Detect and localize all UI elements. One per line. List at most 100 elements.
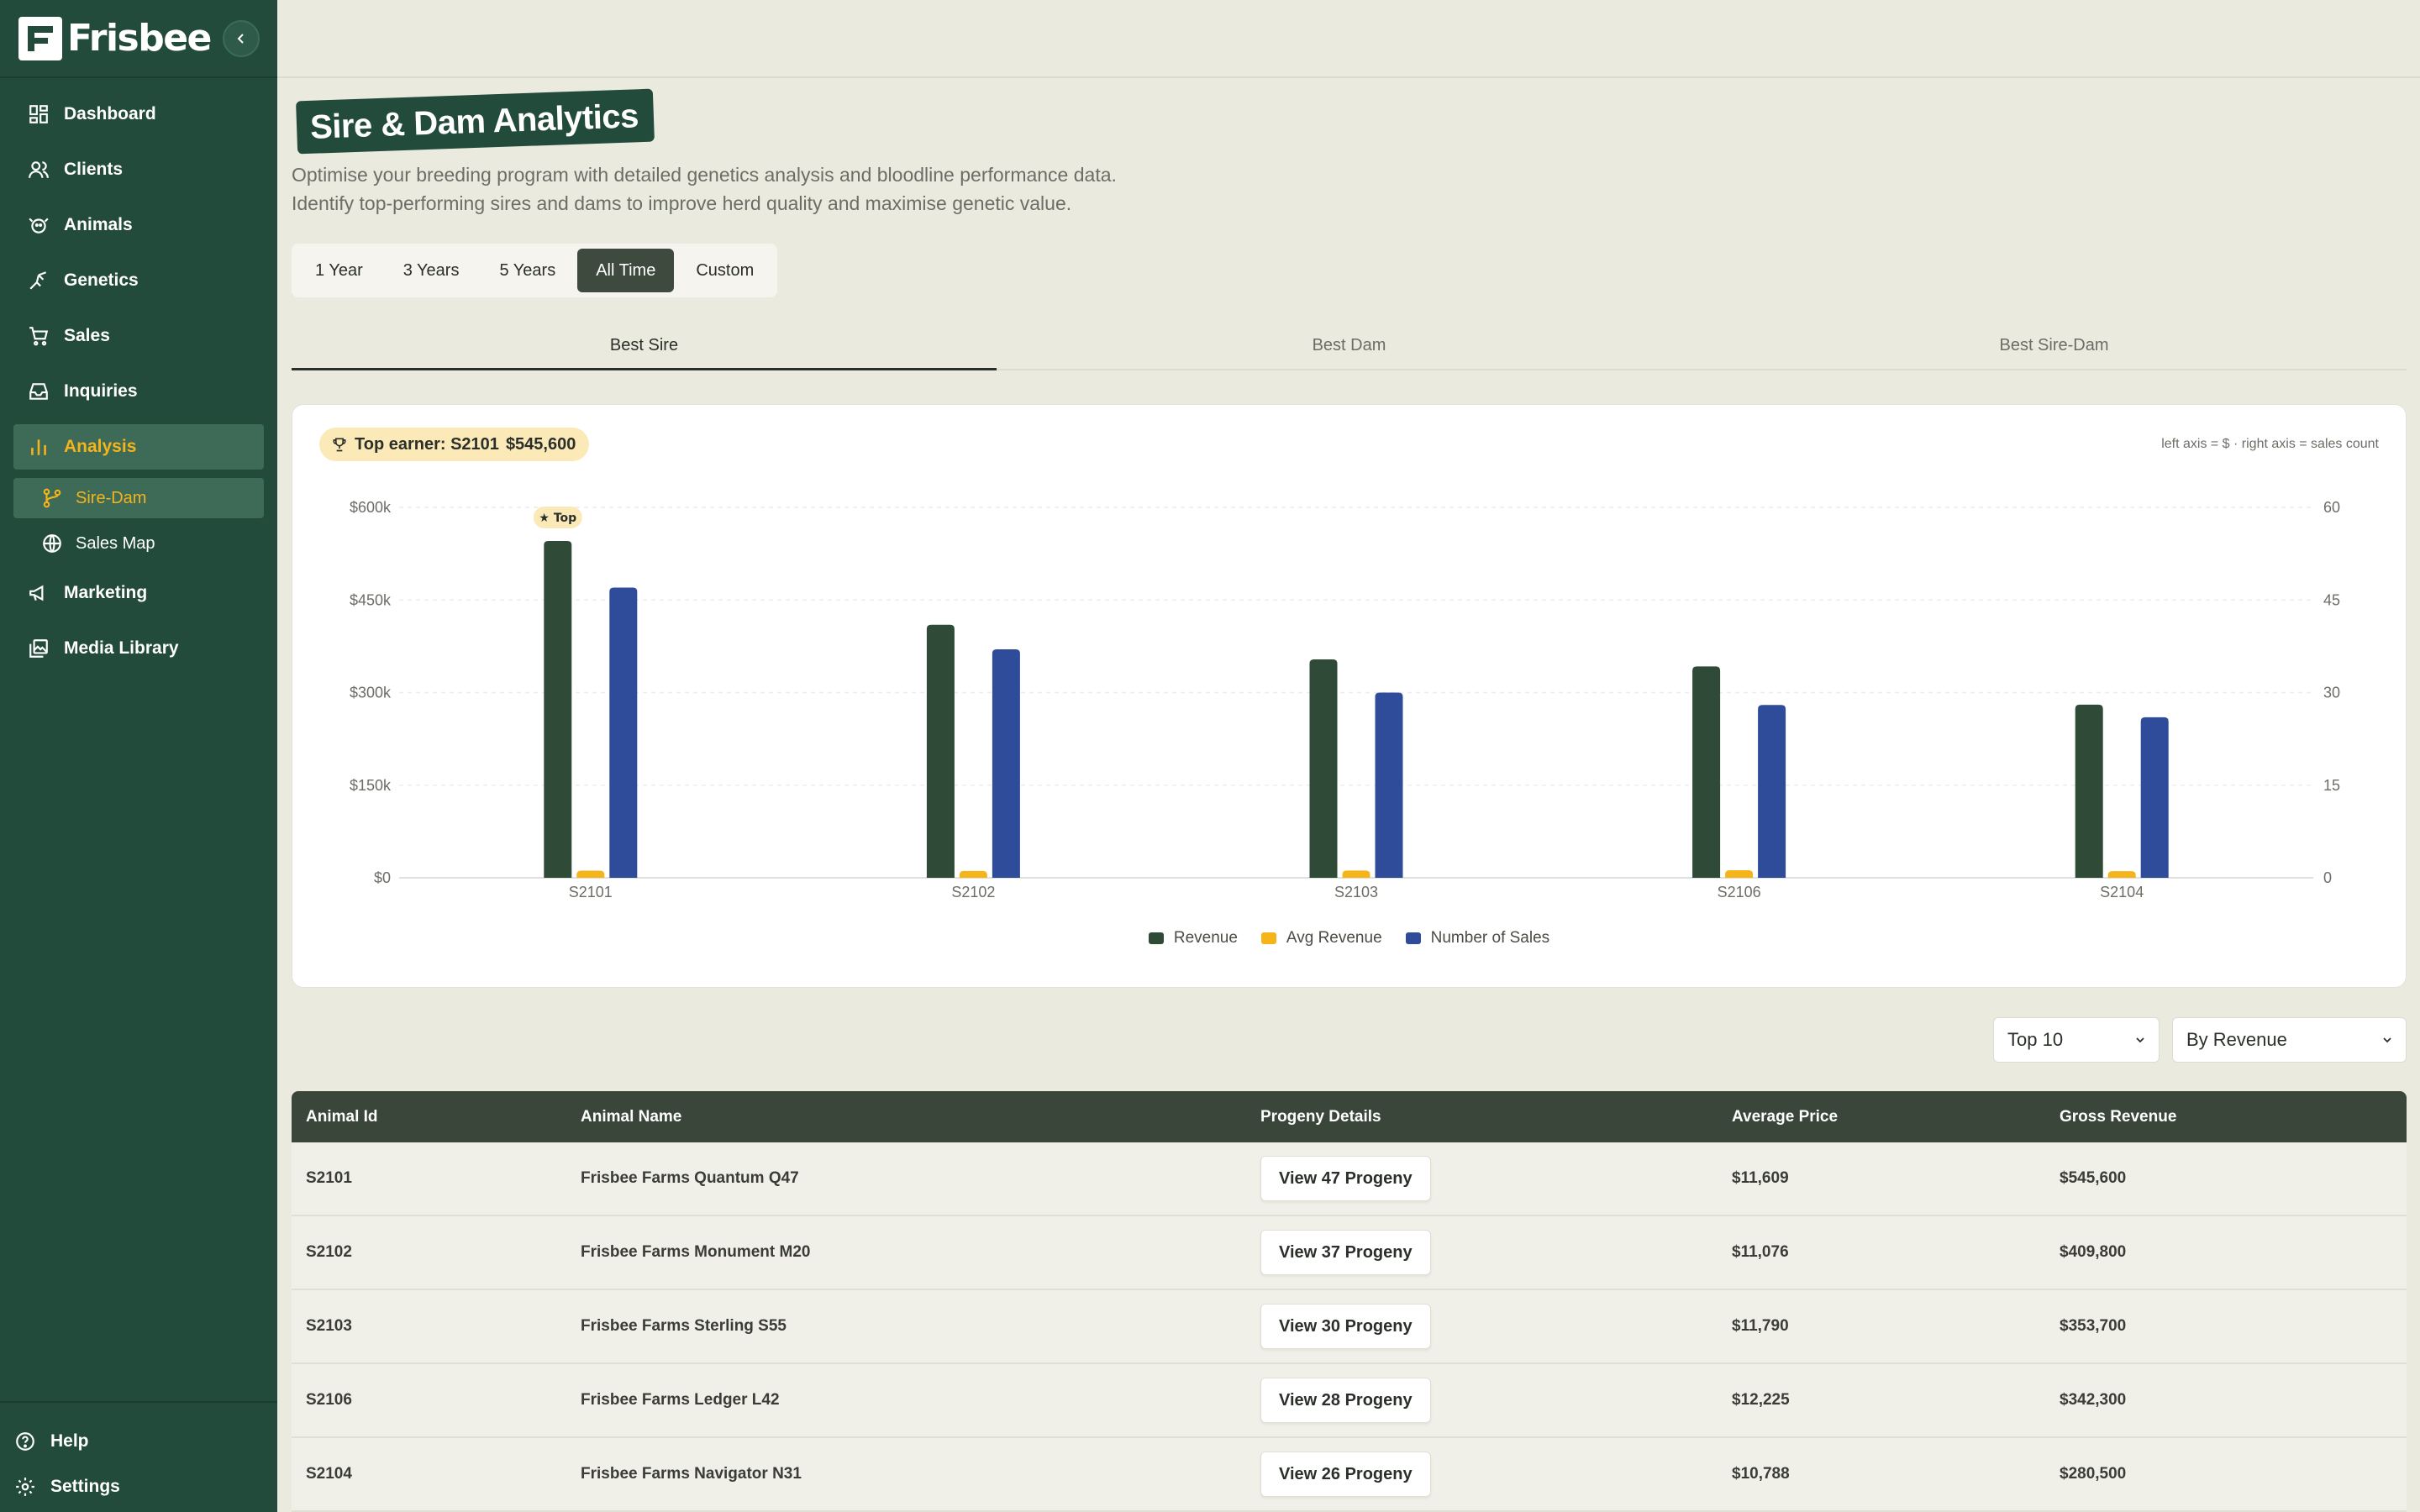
bar-revenue [2075,704,2103,878]
table-row[interactable]: S2102 Frisbee Farms Monument M20 View 37… [292,1216,2407,1290]
sidebar-item-dashboard[interactable]: Dashboard [13,92,264,137]
sidebar-subitem-sales-map[interactable]: Sales Map [13,523,264,564]
sidebar-item-marketing[interactable]: Marketing [13,570,264,616]
top-earner-amount: $545,600 [505,434,576,454]
view-progeny-button[interactable]: View 37 Progeny [1260,1230,1431,1275]
frisbee-logo-icon [18,16,62,60]
bar-chart-icon [27,435,50,459]
col-header-animal-name[interactable]: Animal Name [581,1108,1260,1126]
col-header-progeny[interactable]: Progeny Details [1260,1108,1732,1126]
col-header-animal-id[interactable]: Animal Id [292,1108,581,1126]
sidebar-item-label: Dashboard [64,104,156,123]
cell-average-price: $11,790 [1732,1317,1789,1335]
bar-number-of-sales [609,587,638,878]
period-tab-3-years[interactable]: 3 Years [385,249,478,292]
bar-number-of-sales [2140,717,2169,878]
chevron-down-icon [2383,1037,2391,1043]
sidebar-item-label: Help [50,1431,89,1451]
y-right-tick-label: 60 [2323,499,2340,516]
period-tab-custom[interactable]: Custom [677,249,772,292]
sidebar-subitem-label: Sire-Dam [76,488,147,507]
sidebar-item-media-library[interactable]: Media Library [13,626,264,671]
sidebar-item-inquiries[interactable]: Inquiries [13,369,264,414]
cell-gross-revenue: $342,300 [2060,1391,2127,1409]
subtitle-line-2: Identify top-performing sires and dams t… [292,192,1072,214]
top-badge-label: ★ Top [539,512,576,525]
sidebar-item-sales[interactable]: Sales [13,313,264,359]
view-progeny-button[interactable]: View 26 Progeny [1260,1452,1431,1497]
images-icon [27,637,50,660]
legend-label: Number of Sales [1430,929,1550,947]
main-nav: Dashboard Clients Animals Genetics Sales… [0,78,277,671]
chevron-left-icon [237,34,244,44]
sidebar-subitem-label: Sales Map [76,533,155,553]
legend-swatch-revenue [1148,932,1164,944]
top-earner-badge: Top earner: S2101 $545,600 [319,428,590,461]
table-row[interactable]: S2106 Frisbee Farms Ledger L42 View 28 P… [292,1364,2407,1438]
collapse-sidebar-button[interactable] [223,20,260,57]
table-row[interactable]: S2104 Frisbee Farms Navigator N31 View 2… [292,1438,2407,1512]
y-right-tick-label: 15 [2323,777,2340,794]
cell-animal-id: S2106 [306,1391,352,1409]
x-tick-label: S2103 [1334,884,1378,900]
tab-best-dam[interactable]: Best Dam [997,322,1702,369]
x-tick-label: S2101 [569,884,613,900]
cell-animal-name: Frisbee Farms Quantum Q47 [581,1169,799,1187]
cell-progeny: View 30 Progeny [1260,1304,1732,1349]
cell-average-price: $12,225 [1732,1391,1790,1409]
view-progeny-button[interactable]: View 28 Progeny [1260,1378,1431,1423]
sidebar-item-animals[interactable]: Animals [13,202,264,248]
bar-number-of-sales [1375,692,1403,878]
sidebar-item-settings[interactable]: Settings [0,1467,277,1507]
cell-animal-name: Frisbee Farms Monument M20 [581,1243,811,1261]
cell-animal-id: S2103 [306,1317,352,1335]
cell-average-price: $10,788 [1732,1465,1790,1483]
sidebar-bottom: Help Settings [0,1401,277,1512]
bar-avg-revenue [576,870,605,878]
top-earner-label: Top earner: S2101 [355,434,499,454]
chart-legend: Revenue Avg Revenue Number of Sales [292,929,2406,948]
tab-best-sire-dam[interactable]: Best Sire-Dam [1702,322,2407,369]
view-progeny-button[interactable]: View 47 Progeny [1260,1156,1431,1201]
sidebar-item-label: Genetics [64,270,139,290]
period-tab-all-time[interactable]: All Time [577,249,675,292]
col-header-gross-revenue[interactable]: Gross Revenue [2060,1108,2396,1126]
cell-progeny: View 47 Progeny [1260,1156,1732,1201]
period-tab-1-year[interactable]: 1 Year [297,249,381,292]
sidebar-item-label: Sales [64,326,110,345]
settings-icon [13,1475,37,1499]
sidebar-subitem-sire-dam[interactable]: Sire-Dam [13,478,264,518]
sidebar-item-analysis[interactable]: Analysis [13,424,264,470]
bar-revenue [544,540,572,878]
legend-label: Revenue [1173,929,1238,947]
table-row[interactable]: S2103 Frisbee Farms Sterling S55 View 30… [292,1290,2407,1364]
cell-animal-id: S2101 [306,1169,352,1187]
tab-best-sire[interactable]: Best Sire [292,322,997,370]
genetics-icon [27,269,50,292]
sidebar-item-label: Analysis [64,437,137,456]
trophy-icon [331,436,348,453]
sort-select[interactable]: By Revenue [2172,1017,2407,1063]
view-progeny-button[interactable]: View 30 Progeny [1260,1304,1431,1349]
y-right-tick-label: 0 [2323,869,2332,886]
sidebar-item-label: Animals [64,215,133,234]
legend-item-revenue: Revenue [1148,929,1238,948]
dashboard-icon [27,102,50,126]
legend-item-avg-revenue: Avg Revenue [1260,929,1382,948]
globe-icon [40,532,64,555]
cell-progeny: View 28 Progeny [1260,1378,1732,1423]
megaphone-icon [27,581,50,605]
top-n-select[interactable]: Top 10 [1993,1017,2160,1063]
table-row[interactable]: S2101 Frisbee Farms Quantum Q47 View 47 … [292,1142,2407,1216]
brand: Frisbee [0,0,277,78]
sidebar-item-help[interactable]: Help [0,1421,277,1462]
sidebar-item-clients[interactable]: Clients [13,147,264,192]
bar-number-of-sales [1758,705,1786,878]
table-header: Animal Id Animal Name Progeny Details Av… [292,1091,2407,1142]
sidebar-item-genetics[interactable]: Genetics [13,258,264,303]
bar-revenue [1309,659,1338,878]
bar-revenue [1692,666,1721,878]
cell-average-price: $11,076 [1732,1243,1789,1261]
col-header-average-price[interactable]: Average Price [1732,1108,2060,1126]
period-tab-5-years[interactable]: 5 Years [481,249,574,292]
